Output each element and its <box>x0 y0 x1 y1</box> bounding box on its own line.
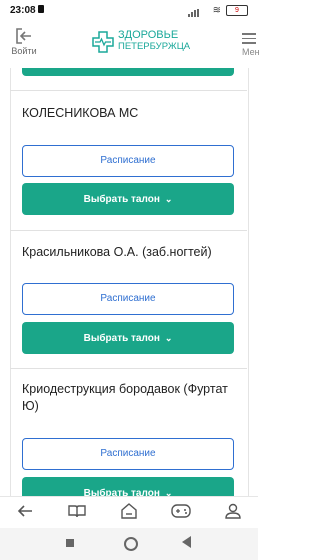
profile-icon[interactable] <box>223 503 243 523</box>
schedule-button[interactable]: Расписание <box>22 145 234 177</box>
status-time: 23:08 <box>10 5 36 16</box>
chevron-down-icon: ⌄ <box>164 333 173 343</box>
select-ticket-label: Выбрать талон <box>83 488 160 496</box>
wifi-icon: ≋ <box>212 5 221 16</box>
app-header: Войти ЗДОРОВЬЕ ПЕТЕРБУРЖЦА Мен <box>0 22 260 68</box>
select-ticket-button[interactable]: Выбрать талон ⌄ <box>22 477 234 496</box>
back-icon[interactable] <box>15 503 35 523</box>
chevron-down-icon: ⌄ <box>164 194 173 204</box>
logo-line1: ЗДОРОВЬЕ <box>118 29 179 41</box>
chevron-down-icon: ⌄ <box>164 488 173 496</box>
previous-ticket-button[interactable] <box>22 68 234 76</box>
recents-icon[interactable] <box>66 539 74 547</box>
signal-icon <box>188 6 208 17</box>
select-ticket-button[interactable]: Выбрать талон ⌄ <box>22 183 234 215</box>
login-label: Войти <box>11 46 37 56</box>
logo-line2: ПЕТЕРБУРЖЦА <box>118 41 191 52</box>
login-button[interactable]: Войти <box>8 28 40 56</box>
login-icon <box>16 28 31 44</box>
home-icon[interactable] <box>119 503 139 523</box>
card-border <box>10 68 249 496</box>
menu-button[interactable]: Мен <box>242 30 260 57</box>
browser-bottom-nav <box>0 496 258 529</box>
gamepad-icon[interactable] <box>171 503 191 523</box>
system-nav-bar <box>0 528 258 560</box>
select-ticket-button[interactable]: Выбрать талон ⌄ <box>22 322 234 354</box>
notification-icon <box>38 5 44 13</box>
divider <box>10 90 247 91</box>
schedule-button[interactable]: Расписание <box>22 438 234 470</box>
menu-label: Мен <box>242 46 260 57</box>
select-ticket-label: Выбрать талон <box>83 194 160 205</box>
doctor-list: КОЛЕСНИКОВА МС Расписание Выбрать талон ⌄… <box>0 68 258 496</box>
battery-icon: 9 <box>226 5 248 16</box>
book-icon[interactable] <box>67 503 87 523</box>
system-back-icon[interactable] <box>182 536 191 548</box>
divider <box>10 230 247 231</box>
select-ticket-label: Выбрать талон <box>83 333 160 344</box>
medical-cross-icon <box>92 31 114 53</box>
hamburger-icon <box>242 33 260 44</box>
doctor-name: КОЛЕСНИКОВА МС <box>22 106 139 120</box>
schedule-button[interactable]: Расписание <box>22 283 234 315</box>
doctor-name: Красильникова О.А. (заб.ногтей) <box>22 245 212 259</box>
status-bar: 23:08 ≋ 9 <box>0 0 258 22</box>
divider <box>10 368 247 369</box>
doctor-name: Криодеструкция бородавок (Фуртат Ю) <box>22 382 228 413</box>
home-circle-icon[interactable] <box>124 537 138 551</box>
